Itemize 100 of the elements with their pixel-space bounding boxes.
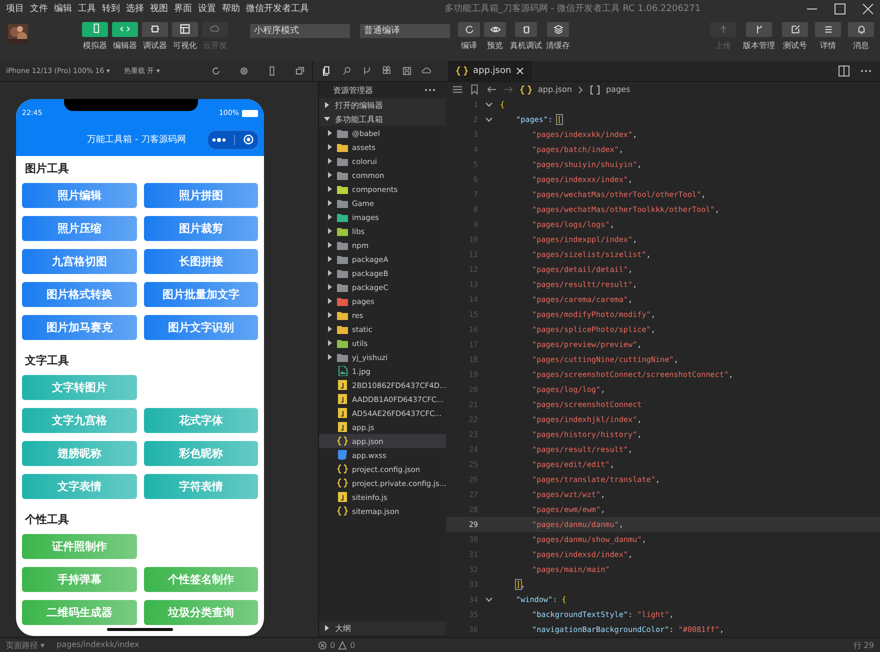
list-icon[interactable] — [452, 84, 463, 96]
caret-icon — [327, 242, 333, 248]
warning-count: 0 — [350, 640, 356, 650]
menu-item[interactable]: 编辑 — [54, 2, 72, 16]
fold-icon[interactable] — [485, 102, 493, 108]
caret-icon — [327, 200, 333, 206]
folder-icon — [337, 198, 348, 208]
menu-item[interactable]: 工具 — [78, 2, 96, 16]
caret-icon — [327, 186, 333, 192]
folder-icon — [337, 282, 348, 292]
more-icon[interactable] — [212, 136, 226, 143]
folder-icon — [337, 240, 348, 250]
section-title: 个性工具 — [24, 512, 70, 526]
folder-icon — [337, 170, 348, 180]
json-file-icon — [337, 436, 348, 446]
maximize-icon[interactable] — [834, 2, 846, 15]
error-count: 0 — [330, 640, 336, 650]
folder-icon — [337, 128, 348, 138]
split-icon[interactable] — [838, 65, 850, 78]
bookmark-icon[interactable] — [469, 84, 480, 96]
search-icon[interactable] — [341, 65, 353, 78]
capsule-menu[interactable] — [207, 130, 259, 150]
editor-tab[interactable]: app.json — [448, 61, 532, 82]
branch-icon[interactable] — [361, 65, 373, 78]
page-title: 万能工具箱 - 刀客源码网 — [86, 134, 187, 146]
more-icon[interactable] — [424, 88, 436, 92]
caret-icon — [327, 270, 333, 276]
menu-item[interactable]: 帮助 — [222, 2, 240, 16]
json-file-icon — [337, 506, 348, 516]
caret-icon — [327, 158, 333, 164]
folder-icon — [337, 142, 348, 152]
image-file-icon — [337, 366, 348, 376]
layout-icon — [178, 22, 192, 36]
folder-icon — [337, 184, 348, 194]
compile-dropdown[interactable]: 普通编译 — [360, 24, 450, 38]
folder-icon — [337, 324, 348, 334]
caret-icon — [327, 326, 333, 332]
breadcrumb-item[interactable]: pages — [606, 85, 630, 94]
page-path-selector[interactable]: 页面路径 ▾ — [6, 640, 45, 651]
caret-icon — [327, 354, 333, 360]
explorer-section[interactable]: 打开的编辑器 — [319, 98, 446, 112]
fold-icon[interactable] — [485, 116, 493, 123]
js-file-icon — [337, 492, 348, 502]
warning-icon — [338, 640, 348, 650]
menu-item[interactable]: 设置 — [198, 2, 216, 16]
json-file-icon — [337, 464, 348, 474]
explorer-section[interactable]: 多功能工具箱 — [319, 112, 446, 126]
json-icon — [520, 84, 532, 95]
json-file-icon — [337, 478, 348, 488]
caret-icon — [327, 312, 333, 318]
folder-icon — [337, 226, 348, 236]
record-icon[interactable] — [238, 65, 250, 78]
menu-item[interactable]: 项目 — [6, 2, 24, 16]
window-title: 多功能工具箱_刀客源码网 - 微信开发者工具 RC 1.06.2206271 — [443, 2, 702, 16]
outline-section[interactable]: 大纲 — [319, 621, 446, 636]
mode-dropdown[interactable]: 小程序模式 — [250, 24, 350, 38]
js-file-icon — [337, 394, 348, 404]
folder-icon — [337, 156, 348, 166]
layers-icon — [552, 22, 564, 36]
menu-item[interactable]: 选择 — [126, 2, 144, 16]
caret-icon — [327, 340, 333, 346]
caret-icon — [324, 625, 330, 632]
section-title: 图片工具 — [24, 161, 70, 176]
close-icon[interactable] — [862, 2, 874, 15]
menu-item[interactable]: 文件 — [30, 2, 48, 16]
window-icon[interactable] — [294, 65, 306, 78]
folder-icon — [337, 268, 348, 278]
caret-icon — [327, 256, 333, 262]
folder-icon — [337, 296, 348, 306]
battery-icon — [242, 110, 258, 118]
fold-icon[interactable] — [485, 596, 493, 603]
folder-icon — [337, 254, 348, 264]
menu-item[interactable]: 视图 — [150, 2, 168, 16]
caret-icon — [327, 130, 333, 136]
breadcrumb-item[interactable]: app.json — [538, 85, 572, 94]
caret-icon — [324, 116, 330, 122]
close-icon[interactable] — [516, 67, 524, 76]
caret-icon — [327, 228, 333, 234]
js-file-icon — [337, 380, 348, 390]
back-arrow-icon[interactable] — [486, 84, 497, 96]
menu-item[interactable]: 转到 — [102, 2, 120, 16]
caret-icon — [324, 102, 330, 108]
js-file-icon — [337, 408, 348, 418]
toolbar-button[interactable]: 清缓存 — [546, 22, 570, 51]
folder-icon — [337, 338, 348, 348]
caret-icon — [327, 172, 333, 178]
page-path: pages/indexkk/index — [56, 640, 140, 651]
toolbar-button[interactable]: 版本管理 — [743, 22, 775, 51]
target-icon[interactable] — [243, 134, 254, 146]
folder-icon — [337, 310, 348, 320]
chevron-icon — [578, 86, 584, 94]
save-icon[interactable] — [401, 65, 413, 78]
caret-icon — [327, 298, 333, 304]
cursor-position: 行 29 — [853, 640, 874, 651]
refresh-icon[interactable] — [210, 65, 222, 78]
toolbar-button[interactable]: 真机调试 — [510, 22, 542, 51]
menu-item[interactable]: 微信开发者工具 — [246, 2, 309, 16]
array-icon — [590, 84, 600, 95]
caret-icon — [327, 214, 333, 220]
menu-item[interactable]: 界面 — [174, 2, 192, 16]
